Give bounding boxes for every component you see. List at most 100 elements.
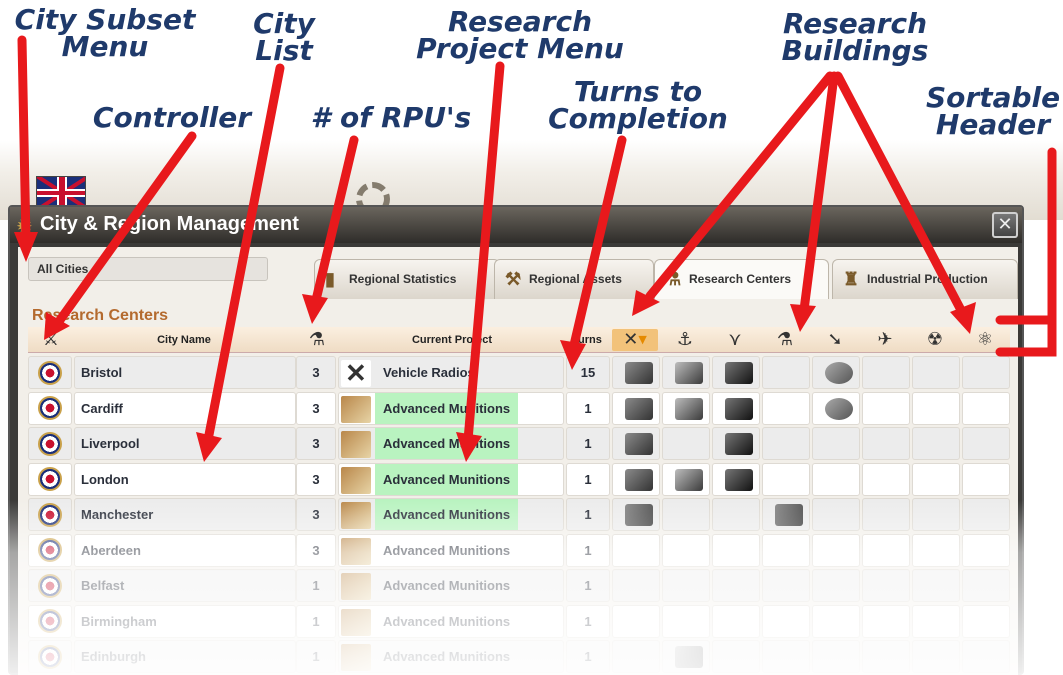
- controller-cell[interactable]: [28, 462, 72, 496]
- building-slot[interactable]: [612, 356, 660, 389]
- building-slot[interactable]: [762, 427, 810, 460]
- building-slot[interactable]: [912, 427, 960, 460]
- building-slot[interactable]: [712, 569, 760, 602]
- city-name[interactable]: Birmingham: [74, 604, 296, 638]
- building-slot[interactable]: [912, 604, 960, 638]
- controller-cell[interactable]: [28, 427, 72, 460]
- building-slot[interactable]: [862, 569, 910, 602]
- current-project-menu[interactable]: Advanced Munitions: [338, 391, 564, 425]
- controller-cell[interactable]: [28, 533, 72, 567]
- building-slot[interactable]: [862, 462, 910, 496]
- city-name[interactable]: Aberdeen: [74, 533, 296, 567]
- building-slot[interactable]: [912, 640, 960, 673]
- building-slot[interactable]: [762, 356, 810, 389]
- building-slot[interactable]: [862, 604, 910, 638]
- building-slot[interactable]: [812, 356, 860, 389]
- building-slot[interactable]: [712, 391, 760, 425]
- building-slot[interactable]: [612, 462, 660, 496]
- header-turns[interactable]: Turns: [564, 327, 610, 353]
- building-slot[interactable]: [662, 498, 710, 531]
- building-slot[interactable]: [862, 640, 910, 673]
- building-slot[interactable]: [862, 533, 910, 567]
- air-wings-icon[interactable]: ⋎: [712, 329, 758, 351]
- building-slot[interactable]: [812, 462, 860, 496]
- city-name[interactable]: Manchester: [74, 498, 296, 531]
- building-slot[interactable]: [762, 462, 810, 496]
- building-slot[interactable]: [762, 604, 810, 638]
- building-slot[interactable]: [762, 391, 810, 425]
- tab-industrial-production[interactable]: ♜ Industrial Production: [832, 259, 1018, 299]
- current-project-menu[interactable]: Advanced Munitions: [338, 498, 564, 531]
- current-project-menu[interactable]: Advanced Munitions: [338, 533, 564, 567]
- building-slot[interactable]: [662, 569, 710, 602]
- building-slot[interactable]: [962, 604, 1010, 638]
- controller-cell[interactable]: [28, 569, 72, 602]
- building-slot[interactable]: [812, 569, 860, 602]
- header-city-name[interactable]: City Name: [74, 327, 294, 353]
- building-slot[interactable]: [862, 391, 910, 425]
- table-row[interactable]: Cardiff 3 Advanced Munitions 1: [28, 391, 1010, 426]
- current-project-menu[interactable]: Advanced Munitions: [338, 640, 564, 673]
- building-slot[interactable]: [862, 356, 910, 389]
- controller-cell[interactable]: [28, 391, 72, 425]
- building-slot[interactable]: [812, 640, 860, 673]
- header-current-project[interactable]: Current Project: [340, 327, 564, 353]
- building-slot[interactable]: [712, 462, 760, 496]
- table-row[interactable]: Aberdeen 3 Advanced Munitions 1: [28, 533, 1010, 568]
- city-name[interactable]: Liverpool: [74, 427, 296, 460]
- building-slot[interactable]: [712, 427, 760, 460]
- building-slot[interactable]: [812, 391, 860, 425]
- current-project-menu[interactable]: Advanced Munitions: [338, 462, 564, 496]
- building-slot[interactable]: [662, 462, 710, 496]
- building-slot[interactable]: [662, 356, 710, 389]
- close-button[interactable]: ✕: [992, 212, 1018, 238]
- building-slot[interactable]: [962, 533, 1010, 567]
- building-slot[interactable]: [962, 427, 1010, 460]
- building-slot[interactable]: [612, 498, 660, 531]
- building-slot[interactable]: [912, 462, 960, 496]
- building-slot[interactable]: [912, 533, 960, 567]
- city-name[interactable]: Bristol: [74, 356, 296, 389]
- building-slot[interactable]: [612, 391, 660, 425]
- building-slot[interactable]: [962, 391, 1010, 425]
- atom-icon[interactable]: ⚛: [962, 329, 1008, 351]
- nuclear-icon[interactable]: ☢: [912, 329, 958, 351]
- building-slot[interactable]: [612, 569, 660, 602]
- controller-cell[interactable]: [28, 640, 72, 673]
- current-project-menu[interactable]: Vehicle Radios: [338, 356, 564, 389]
- table-row[interactable]: Belfast 1 Advanced Munitions 1: [28, 568, 1010, 603]
- city-name[interactable]: Cardiff: [74, 391, 296, 425]
- table-row[interactable]: Manchester 3 Advanced Munitions 1: [28, 497, 1010, 532]
- building-slot[interactable]: [612, 640, 660, 673]
- city-subset-menu[interactable]: All Cities: [28, 257, 268, 281]
- building-slot[interactable]: [662, 533, 710, 567]
- controller-cell[interactable]: [28, 498, 72, 531]
- tab-regional-assets[interactable]: ⚒ Regional Assets: [494, 259, 654, 299]
- building-slot[interactable]: [712, 640, 760, 673]
- building-slot[interactable]: [762, 569, 810, 602]
- city-name[interactable]: Edinburgh: [74, 640, 296, 673]
- naval-anchor-icon[interactable]: ⚓: [662, 329, 708, 351]
- table-row[interactable]: Edinburgh 1 Advanced Munitions 1: [28, 639, 1010, 674]
- building-slot[interactable]: [662, 640, 710, 673]
- building-slot[interactable]: [662, 391, 710, 425]
- controller-cell[interactable]: [28, 604, 72, 638]
- building-slot[interactable]: [962, 462, 1010, 496]
- building-slot[interactable]: [912, 391, 960, 425]
- lab-flask-icon[interactable]: ⚗: [762, 329, 808, 351]
- building-slot[interactable]: [612, 427, 660, 460]
- city-name[interactable]: Belfast: [74, 569, 296, 602]
- city-name[interactable]: London: [74, 462, 296, 496]
- table-row[interactable]: Birmingham 1 Advanced Munitions 1: [28, 604, 1010, 639]
- building-slot[interactable]: [762, 498, 810, 531]
- rocket-icon[interactable]: ➘: [812, 329, 858, 351]
- building-slot[interactable]: [912, 356, 960, 389]
- rpu-flask-icon[interactable]: ⚗: [294, 329, 340, 351]
- building-slot[interactable]: [662, 427, 710, 460]
- building-slot[interactable]: [812, 604, 860, 638]
- building-slot[interactable]: [912, 498, 960, 531]
- building-slot[interactable]: [712, 533, 760, 567]
- building-slot[interactable]: [662, 604, 710, 638]
- building-slot[interactable]: [912, 569, 960, 602]
- weapons-icon[interactable]: ✕▼: [612, 329, 658, 351]
